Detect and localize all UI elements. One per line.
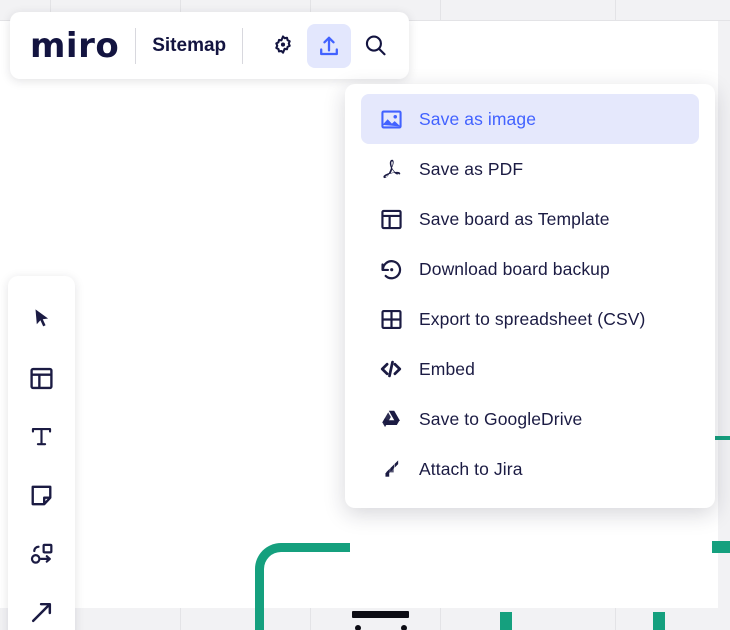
menu-item-label: Save board as Template <box>419 208 610 229</box>
arrow-tool[interactable] <box>17 587 67 630</box>
select-tool[interactable] <box>17 294 67 345</box>
shapes-connector-icon <box>28 540 56 568</box>
code-embed-icon <box>377 355 405 383</box>
settings-button[interactable] <box>261 24 305 68</box>
menu-item-label: Save to GoogleDrive <box>419 408 583 429</box>
export-button[interactable] <box>307 23 352 68</box>
template-tool[interactable] <box>17 353 67 404</box>
upload-icon <box>316 33 342 59</box>
menu-item-download-board-backup[interactable]: Download board backup <box>361 244 699 294</box>
template-icon <box>377 205 405 233</box>
google-drive-icon <box>377 405 405 433</box>
menu-item-label: Embed <box>419 358 475 379</box>
backup-restore-icon <box>377 255 405 283</box>
template-icon <box>28 365 55 392</box>
shapes-connector-tool[interactable] <box>17 529 67 580</box>
menu-item-export-to-spreadsheet[interactable]: Export to spreadsheet (CSV) <box>361 294 699 344</box>
menu-item-save-as-image[interactable]: Save as image <box>361 94 699 144</box>
sticky-note-tool[interactable] <box>17 470 67 521</box>
menu-item-label: Save as image <box>419 108 537 129</box>
board-title[interactable]: Sitemap <box>152 35 226 57</box>
search-icon <box>362 32 389 59</box>
menu-item-attach-to-jira[interactable]: Attach to Jira <box>361 444 699 494</box>
cursor-icon <box>29 306 55 332</box>
toolbar-divider <box>242 27 244 64</box>
text-icon <box>28 423 55 450</box>
search-button[interactable] <box>353 24 397 68</box>
menu-item-label: Export to spreadsheet (CSV) <box>419 308 646 329</box>
image-icon <box>377 105 405 133</box>
miro-board-app: miro Sitemap Save as image Save as PDF S… <box>0 0 730 630</box>
grid-table-icon <box>377 305 405 333</box>
top-toolbar: miro Sitemap <box>10 12 410 79</box>
text-tool[interactable] <box>17 411 67 462</box>
menu-item-save-as-pdf[interactable]: Save as PDF <box>361 144 699 194</box>
gear-icon <box>270 33 296 59</box>
jira-icon <box>377 455 405 483</box>
left-tool-rail <box>8 276 75 630</box>
export-dropdown-menu: Save as image Save as PDF Save board as … <box>345 84 715 508</box>
menu-item-label: Save as PDF <box>419 158 524 179</box>
menu-item-save-board-as-template[interactable]: Save board as Template <box>361 194 699 244</box>
toolbar-divider <box>135 27 137 64</box>
menu-item-save-to-google-drive[interactable]: Save to GoogleDrive <box>361 394 699 444</box>
pdf-icon <box>377 155 405 183</box>
menu-item-label: Download board backup <box>419 258 610 279</box>
menu-item-embed[interactable]: Embed <box>361 344 699 394</box>
miro-logo[interactable]: miro <box>30 29 119 63</box>
menu-item-label: Attach to Jira <box>419 458 523 479</box>
sticky-note-icon <box>28 482 55 509</box>
arrow-icon <box>28 599 55 626</box>
